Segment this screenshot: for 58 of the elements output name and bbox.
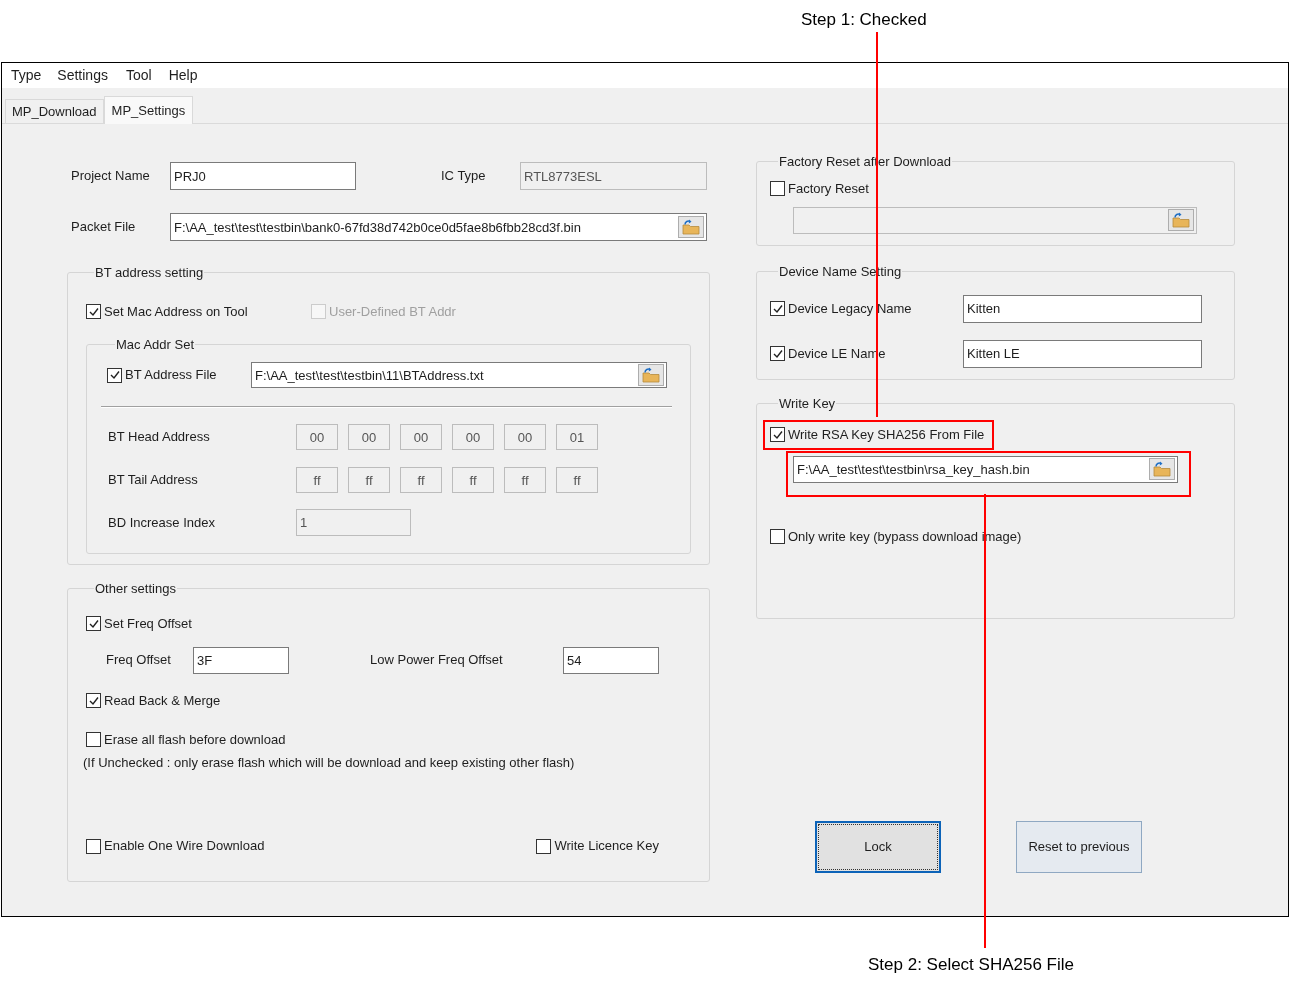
folder-icon xyxy=(1172,212,1190,228)
tab[interactable]: MP_Download xyxy=(5,99,104,123)
folder-icon xyxy=(682,219,700,235)
checkbox-label: Erase all flash before download xyxy=(104,730,286,749)
group-title: Mac Addr Set xyxy=(115,335,196,354)
field-label: BT Tail Address xyxy=(107,471,199,490)
checkbox-label: BT Address File xyxy=(125,366,217,385)
field-label: Project Name xyxy=(70,167,151,186)
checkbox-label: Write Licence Key xyxy=(554,837,659,856)
annotation-label: Step 2: Select SHA256 File xyxy=(868,954,1074,976)
checkbox[interactable] xyxy=(86,838,101,854)
checkbox-label: Read Back & Merge xyxy=(104,691,221,710)
field-label: IC Type xyxy=(441,167,487,186)
file-path-field[interactable]: F:\AA_test\test\testbin\rsa_key_hash.bin xyxy=(793,455,1178,483)
note-text: (If Unchecked : only erase flash which will be download and keep existing other flash) xyxy=(83,753,576,772)
menu-item[interactable]: Settings xyxy=(57,65,108,86)
checkbox-label: Enable One Wire Download xyxy=(104,837,265,856)
text-field[interactable]: 3F xyxy=(193,646,289,674)
checkbox[interactable] xyxy=(770,346,785,361)
action-button[interactable]: Reset to previous xyxy=(1016,821,1142,873)
checkbox-label: User-Defined BT Addr xyxy=(329,302,456,321)
text-field[interactable]: PRJ0 xyxy=(170,162,356,190)
checkbox[interactable] xyxy=(86,304,101,319)
checkbox-label: Write RSA Key SHA256 From File xyxy=(788,425,985,444)
file-path-field[interactable]: F:\AA_test\test\testbin\11\BTAddress.txt xyxy=(251,362,667,388)
action-button[interactable]: Lock xyxy=(815,821,941,873)
field-label: Freq Offset xyxy=(106,651,172,670)
folder-icon xyxy=(642,367,660,383)
checkbox[interactable] xyxy=(536,838,552,854)
checkbox[interactable] xyxy=(86,732,101,747)
checkbox[interactable] xyxy=(86,693,101,708)
text-field[interactable]: Kitten LE xyxy=(963,339,1202,368)
tab[interactable]: MP_Settings xyxy=(103,96,194,124)
group-title: Write Key xyxy=(778,395,837,413)
checkbox-label: Device Legacy Name xyxy=(788,299,912,318)
field-label: Low Power Freq Offset xyxy=(370,651,504,670)
checkbox-label: Set Mac Address on Tool xyxy=(104,302,248,321)
checkbox[interactable] xyxy=(770,427,785,442)
group-title: BT address setting xyxy=(94,264,205,282)
annotation-label: Step 1: Checked xyxy=(801,9,927,31)
checkbox-label: Factory Reset xyxy=(788,179,869,198)
text-field[interactable]: 54 xyxy=(563,646,659,674)
checkbox[interactable] xyxy=(86,616,101,631)
menu-item[interactable]: Help xyxy=(168,65,198,86)
field-label: BT Head Address xyxy=(107,428,211,447)
field-label: Packet File xyxy=(70,218,137,237)
checkbox[interactable] xyxy=(107,367,122,383)
folder-icon xyxy=(1153,461,1171,477)
file-path-field[interactable]: F:\AA_test\test\testbin\bank0-67fd38d742b0ce0d5fae8b6fbb28cd3f.bin xyxy=(170,213,707,241)
field-label: BD Increase Index xyxy=(107,513,216,532)
menu-item[interactable]: Type xyxy=(11,65,42,86)
group-title: Other settings xyxy=(94,580,177,598)
checkbox[interactable] xyxy=(770,301,785,316)
menu-item[interactable]: Tool xyxy=(125,65,152,86)
checkbox-label: Set Freq Offset xyxy=(104,614,192,633)
checkbox[interactable] xyxy=(770,529,785,544)
checkbox[interactable] xyxy=(770,181,785,196)
text-field[interactable]: Kitten xyxy=(963,294,1202,323)
